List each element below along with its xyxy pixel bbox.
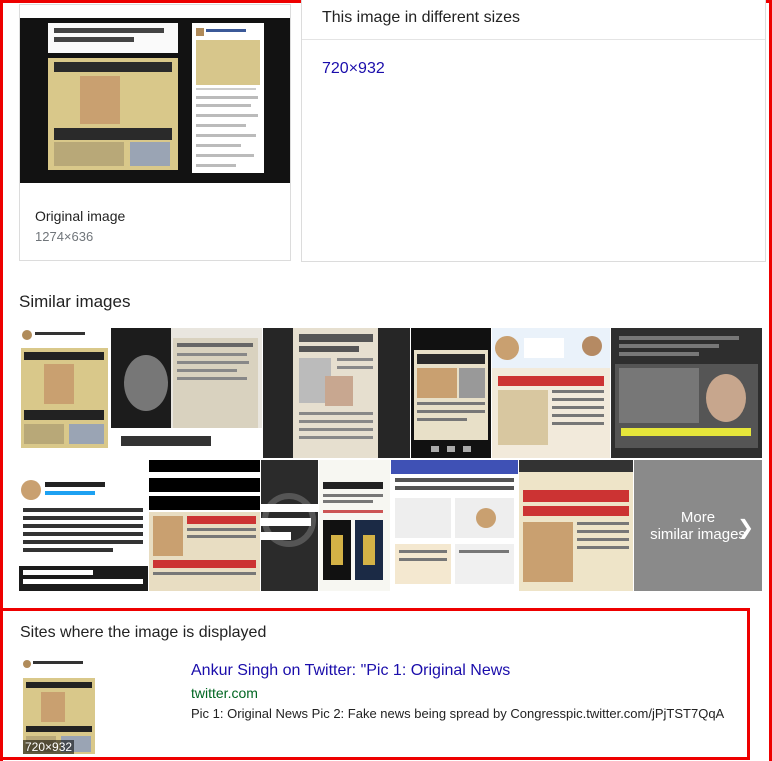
original-image-card[interactable]: Original image 1274×636: [19, 4, 291, 261]
more-similar-images-button[interactable]: More similar images ❯: [634, 460, 762, 591]
site-thumbnail-size: 720×932: [23, 740, 75, 754]
similar-image-tile[interactable]: [261, 460, 318, 591]
site-result-domain: twitter.com: [191, 685, 258, 701]
similar-image-tile[interactable]: [391, 460, 518, 591]
sites-section-title: Sites where the image is displayed: [20, 624, 267, 641]
chevron-right-icon: ❯: [737, 517, 754, 539]
divider: [302, 39, 765, 40]
similar-images-title: Similar images: [19, 292, 131, 311]
similar-image-tile[interactable]: [611, 328, 762, 458]
similar-image-tile[interactable]: [411, 328, 491, 458]
similar-image-tile[interactable]: [111, 328, 262, 458]
similar-images-grid: More similar images ❯: [19, 328, 762, 591]
original-image-size: 1274×636: [35, 229, 94, 244]
similar-image-tile[interactable]: [263, 328, 410, 458]
similar-image-tile[interactable]: [319, 460, 390, 591]
similar-image-tile[interactable]: [149, 460, 260, 591]
sites-displaying-image-section: Sites where the image is displayed 720×9…: [0, 608, 750, 760]
site-result-thumbnail[interactable]: 720×932: [21, 658, 97, 756]
site-result-link[interactable]: Ankur Singh on Twitter: "Pic 1: Original…: [191, 662, 510, 680]
more-similar-images-label: More similar images: [650, 508, 746, 543]
different-sizes-title: This image in different sizes: [322, 9, 521, 26]
different-sizes-card: This image in different sizes 720×932: [301, 0, 766, 262]
similar-image-tile[interactable]: [19, 460, 148, 591]
similar-image-tile[interactable]: [519, 460, 633, 591]
similar-image-tile[interactable]: [19, 328, 110, 458]
original-image-thumbnail[interactable]: [20, 18, 290, 183]
original-image-label: Original image: [35, 208, 126, 224]
size-link[interactable]: 720×932: [322, 60, 385, 78]
site-result-description: Pic 1: Original News Pic 2: Fake news be…: [191, 706, 725, 721]
similar-image-tile[interactable]: [492, 328, 610, 458]
